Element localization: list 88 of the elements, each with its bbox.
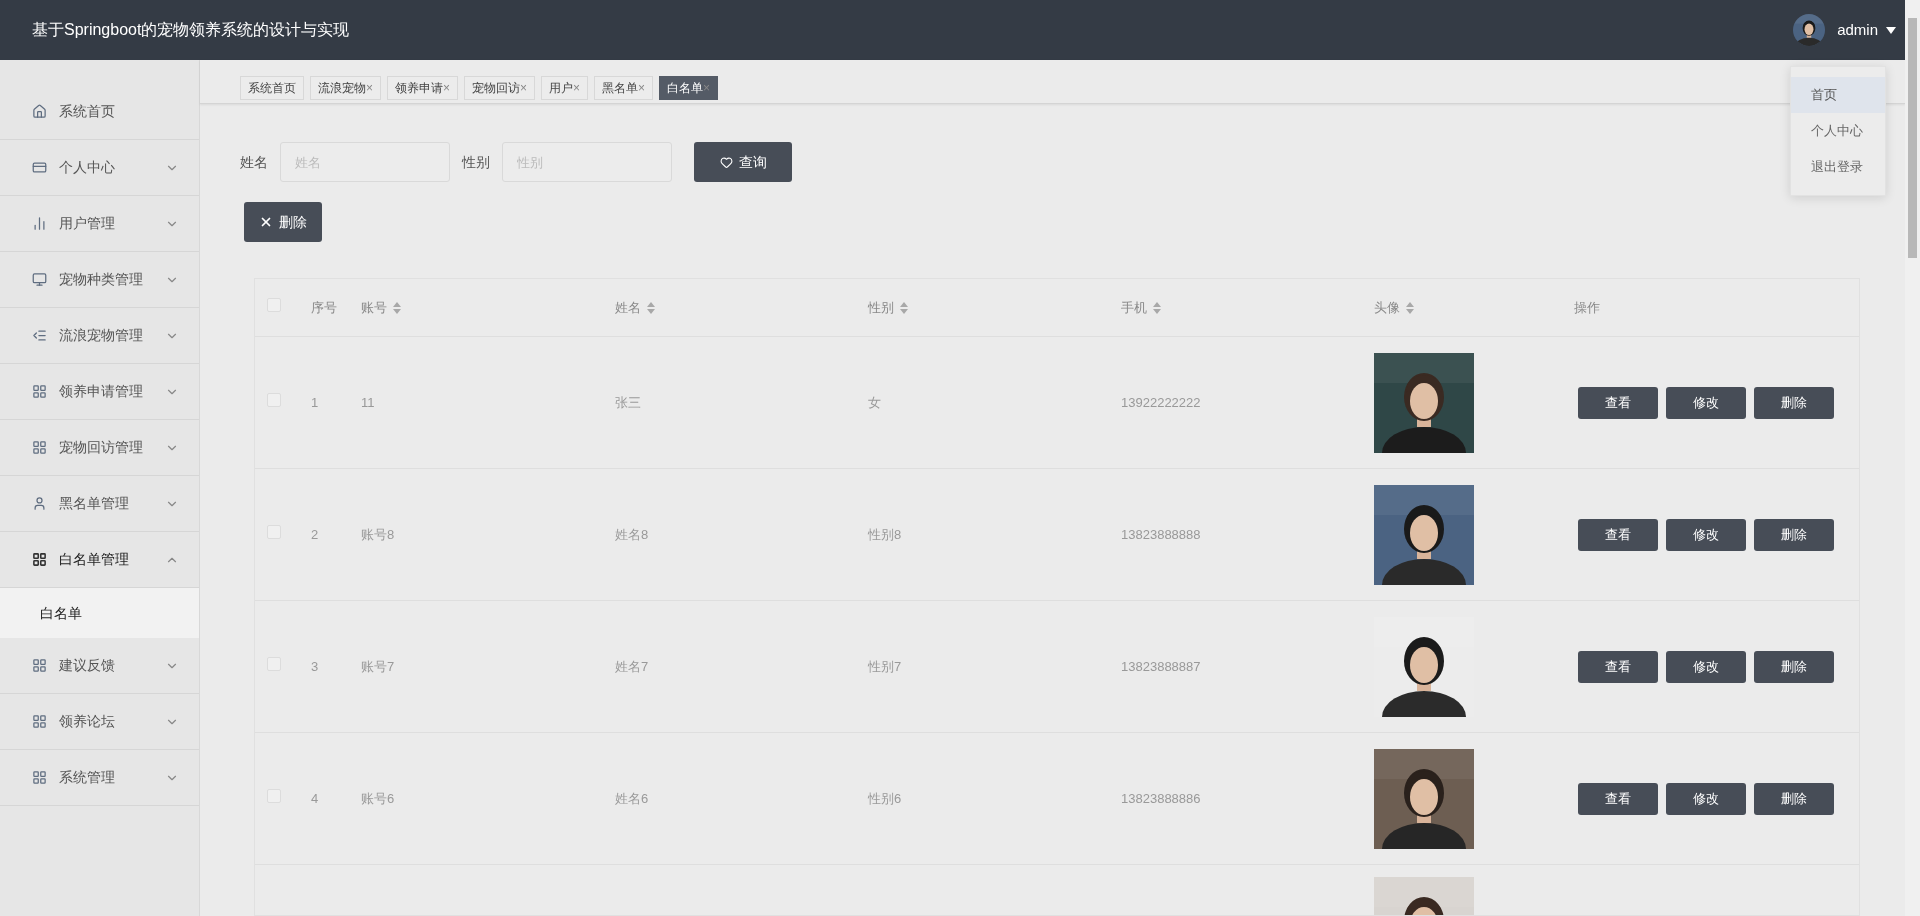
sort-icon[interactable] <box>647 301 655 314</box>
grid-icon <box>32 552 47 567</box>
monitor-icon <box>32 272 47 287</box>
action-button[interactable]: 查看 <box>1578 782 1658 815</box>
user-name[interactable]: admin <box>1837 18 1878 42</box>
tab[interactable]: 流浪宠物× <box>310 76 381 100</box>
table-cell: 账号8 <box>361 526 395 542</box>
table-cell: 张三 <box>615 394 641 410</box>
sidebar-item[interactable]: 系统管理 <box>0 750 199 806</box>
sidebar-item[interactable]: 黑名单管理 <box>0 476 199 532</box>
action-button[interactable]: 删除 <box>1754 650 1834 683</box>
tab[interactable]: 宠物回访× <box>464 76 536 100</box>
app-title: 基于Springboot的宠物领养系统的设计与实现 <box>32 20 350 40</box>
submenu-item[interactable]: 白名单 <box>0 588 199 638</box>
column-header: 账号 <box>361 298 387 317</box>
action-button[interactable]: 删除 <box>1754 782 1834 815</box>
heart-icon <box>719 155 733 169</box>
bar-chart-icon <box>32 216 47 231</box>
action-button[interactable]: 查看 <box>1578 518 1658 551</box>
sort-icon[interactable] <box>1153 301 1161 314</box>
table-cell: 性别7 <box>868 658 902 674</box>
home-icon <box>32 104 47 119</box>
table-cell: 性别8 <box>868 526 902 542</box>
table-cell: 姓名8 <box>615 526 649 542</box>
search-button[interactable]: 查询 <box>694 142 792 182</box>
delete-button[interactable]: 删除 <box>244 202 322 242</box>
menu-item[interactable]: 个人中心 <box>1791 113 1885 149</box>
tab[interactable]: 黑名单× <box>594 76 654 100</box>
field-label: 性别 <box>462 152 490 172</box>
action-button[interactable]: 修改 <box>1666 518 1746 551</box>
field-label: 姓名 <box>240 152 268 172</box>
table-cell: 2 <box>311 526 319 542</box>
column-header: 序号 <box>311 298 337 317</box>
action-button[interactable]: 修改 <box>1666 782 1746 815</box>
column-header: 性别 <box>868 298 894 317</box>
column-header: 手机 <box>1121 298 1147 317</box>
column-header: 姓名 <box>615 298 641 317</box>
close-icon <box>259 215 273 229</box>
menu-item[interactable]: 退出登录 <box>1791 149 1885 185</box>
tab[interactable]: 系统首页 <box>240 76 304 100</box>
table-cell: 4 <box>311 790 319 806</box>
card-icon <box>32 160 47 175</box>
sort-icon[interactable] <box>393 301 401 314</box>
grid-icon <box>32 658 47 673</box>
action-button[interactable]: 查看 <box>1578 650 1658 683</box>
column-header: 头像 <box>1374 298 1400 317</box>
sort-icon[interactable] <box>1406 301 1414 314</box>
grid-icon <box>32 440 47 455</box>
table-cell: 13922222222 <box>1121 394 1201 410</box>
tab[interactable]: 领养申请× <box>387 76 459 100</box>
sidebar-item[interactable]: 领养申请管理 <box>0 364 199 420</box>
table-cell: 13823888888 <box>1121 526 1201 542</box>
grid-icon <box>32 384 47 399</box>
scrollbar[interactable] <box>1905 0 1920 916</box>
action-button[interactable]: 删除 <box>1754 386 1834 419</box>
action-button[interactable]: 修改 <box>1666 386 1746 419</box>
action-button[interactable]: 修改 <box>1666 650 1746 683</box>
table-cell: 3 <box>311 658 319 674</box>
user-icon <box>32 496 47 511</box>
table-cell: 姓名7 <box>615 658 649 674</box>
tab[interactable]: 白名单× <box>659 76 719 100</box>
sidebar-item[interactable]: 系统首页 <box>0 84 199 140</box>
table-cell: 账号7 <box>361 658 395 674</box>
sort-icon[interactable] <box>900 301 908 314</box>
menu-item[interactable]: 首页 <box>1791 77 1885 113</box>
table-cell: 性别6 <box>868 790 902 806</box>
sidebar-item[interactable]: 个人中心 <box>0 140 199 196</box>
action-button[interactable]: 查看 <box>1578 386 1658 419</box>
grid-icon <box>32 770 47 785</box>
list-icon <box>32 328 47 343</box>
sidebar-item[interactable]: 流浪宠物管理 <box>0 308 199 364</box>
sidebar-item[interactable]: 用户管理 <box>0 196 199 252</box>
sidebar-item[interactable]: 建议反馈 <box>0 638 199 694</box>
table-cell: 姓名6 <box>615 790 649 806</box>
action-button[interactable]: 删除 <box>1754 518 1834 551</box>
table-cell: 13823888887 <box>1121 658 1201 674</box>
sidebar-item[interactable]: 宠物种类管理 <box>0 252 199 308</box>
table-cell: 11 <box>361 394 375 410</box>
tab[interactable]: 用户× <box>541 76 589 100</box>
sidebar-item[interactable]: 宠物回访管理 <box>0 420 199 476</box>
table-cell: 1 <box>311 394 319 410</box>
caret-icon[interactable] <box>1886 26 1896 34</box>
table-cell: 女 <box>868 394 881 410</box>
table-cell: 账号6 <box>361 790 395 806</box>
grid-icon <box>32 714 47 729</box>
column-header: 操作 <box>1574 298 1600 317</box>
table-cell: 13823888886 <box>1121 790 1201 806</box>
sidebar-item[interactable]: 领养论坛 <box>0 694 199 750</box>
